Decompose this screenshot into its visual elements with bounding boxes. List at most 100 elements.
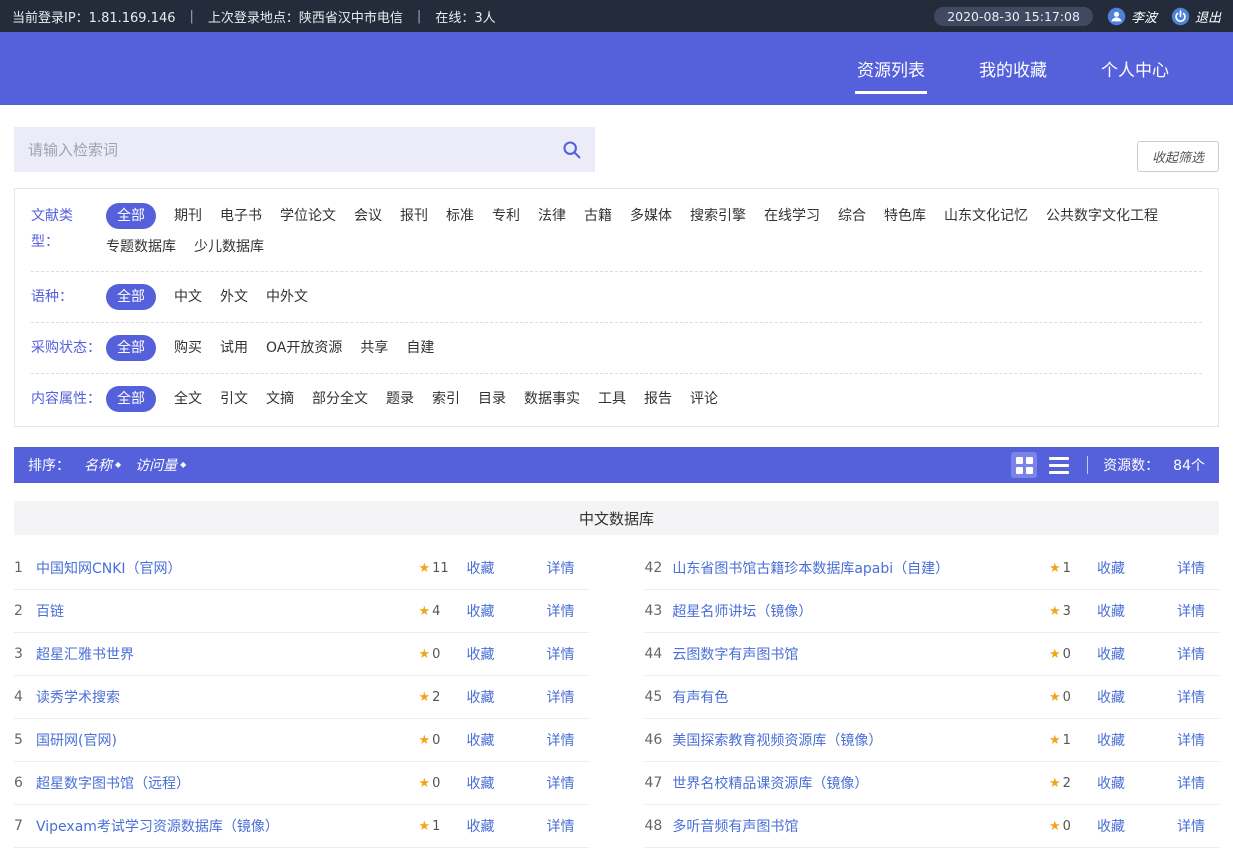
- filter-option[interactable]: 试用: [220, 336, 248, 360]
- user-menu[interactable]: 李波: [1107, 7, 1157, 26]
- collect-link[interactable]: 收藏: [467, 601, 501, 621]
- filter-option[interactable]: 部分全文: [312, 387, 368, 411]
- collect-link[interactable]: 收藏: [1097, 644, 1131, 664]
- filter-option[interactable]: 期刊: [174, 204, 202, 228]
- filter-option[interactable]: 中外文: [266, 285, 308, 309]
- filter-option[interactable]: 会议: [354, 204, 382, 228]
- resource-name-link[interactable]: Vipexam考试学习资源数据库（镜像）: [36, 816, 279, 836]
- filter-option[interactable]: 目录: [478, 387, 506, 411]
- collect-link[interactable]: 收藏: [1097, 558, 1131, 578]
- filter-option[interactable]: 工具: [598, 387, 626, 411]
- filter-option[interactable]: 购买: [174, 336, 202, 360]
- filter-option[interactable]: 报告: [644, 387, 672, 411]
- star-count: 1: [432, 819, 440, 834]
- collect-link[interactable]: 收藏: [467, 687, 501, 707]
- filter-option[interactable]: 外文: [220, 285, 248, 309]
- collect-link[interactable]: 收藏: [467, 644, 501, 664]
- filter-option[interactable]: 专利: [492, 204, 520, 228]
- resource-name-link[interactable]: 百链: [36, 601, 64, 621]
- list-view-icon[interactable]: [1046, 452, 1072, 478]
- resource-name-link[interactable]: 国研网(官网): [36, 730, 117, 750]
- grid-view-icon[interactable]: [1011, 452, 1037, 478]
- filter-option[interactable]: 公共数字文化工程: [1046, 204, 1158, 228]
- star-icon: ★: [419, 604, 431, 619]
- resource-name-link[interactable]: 世界名校精品课资源库（镜像）: [672, 773, 868, 793]
- detail-link[interactable]: 详情: [547, 558, 575, 578]
- resource-name-link[interactable]: 中国知网CNKI（官网）: [36, 558, 182, 578]
- resource-row: 46 美国探索教育视频资源库（镜像） ★ 1 收藏 详情: [645, 719, 1220, 762]
- filter-option[interactable]: 全文: [174, 387, 202, 411]
- sort-option[interactable]: 名称 ◆: [84, 455, 121, 475]
- detail-link[interactable]: 详情: [1177, 773, 1205, 793]
- filter-option[interactable]: 专题数据库: [106, 235, 176, 259]
- filter-option[interactable]: 古籍: [584, 204, 612, 228]
- filter-option[interactable]: 共享: [360, 336, 388, 360]
- filter-option[interactable]: 搜索引擎: [690, 204, 746, 228]
- detail-link[interactable]: 详情: [547, 730, 575, 750]
- collect-link[interactable]: 收藏: [1097, 773, 1131, 793]
- resource-name-link[interactable]: 多听音频有声图书馆: [672, 816, 798, 836]
- filter-option[interactable]: 山东文化记忆: [944, 204, 1028, 228]
- nav-item[interactable]: 资源列表: [855, 32, 927, 105]
- detail-link[interactable]: 详情: [547, 644, 575, 664]
- collect-link[interactable]: 收藏: [1097, 816, 1131, 836]
- filter-option[interactable]: 法律: [538, 204, 566, 228]
- search-icon[interactable]: [561, 139, 582, 160]
- detail-link[interactable]: 详情: [1177, 558, 1205, 578]
- detail-link[interactable]: 详情: [1177, 687, 1205, 707]
- resource-name-link[interactable]: 有声有色: [672, 687, 728, 707]
- collapse-filter-button[interactable]: 收起筛选: [1137, 141, 1219, 172]
- search-input[interactable]: [14, 127, 595, 172]
- detail-link[interactable]: 详情: [1177, 730, 1205, 750]
- sort-option[interactable]: 访问量 ◆: [135, 455, 186, 475]
- resource-name-link[interactable]: 美国探索教育视频资源库（镜像）: [672, 730, 882, 750]
- filter-option[interactable]: 中文: [174, 285, 202, 309]
- collect-link[interactable]: 收藏: [467, 558, 501, 578]
- collect-link[interactable]: 收藏: [1097, 601, 1131, 621]
- detail-link[interactable]: 详情: [547, 687, 575, 707]
- filter-option[interactable]: 引文: [220, 387, 248, 411]
- filter-option[interactable]: 学位论文: [280, 204, 336, 228]
- detail-link[interactable]: 详情: [547, 601, 575, 621]
- filter-option[interactable]: 全部: [106, 335, 156, 361]
- filter-option[interactable]: 电子书: [220, 204, 262, 228]
- filter-option[interactable]: 标准: [446, 204, 474, 228]
- collect-link[interactable]: 收藏: [467, 773, 501, 793]
- filter-option[interactable]: 全部: [106, 284, 156, 310]
- filter-option[interactable]: 文摘: [266, 387, 294, 411]
- collect-link[interactable]: 收藏: [1097, 730, 1131, 750]
- resource-name-link[interactable]: 超星名师讲坛（镜像）: [672, 601, 812, 621]
- filter-option[interactable]: 综合: [838, 204, 866, 228]
- filter-option[interactable]: 数据事实: [524, 387, 580, 411]
- logout-button[interactable]: 退出: [1171, 7, 1221, 26]
- collect-link[interactable]: 收藏: [467, 816, 501, 836]
- detail-link[interactable]: 详情: [1177, 644, 1205, 664]
- filter-option[interactable]: 多媒体: [630, 204, 672, 228]
- filter-option[interactable]: 评论: [690, 387, 718, 411]
- detail-link[interactable]: 详情: [547, 816, 575, 836]
- collect-link[interactable]: 收藏: [1097, 687, 1131, 707]
- filter-option[interactable]: 索引: [432, 387, 460, 411]
- filter-option[interactable]: 少儿数据库: [194, 235, 264, 259]
- nav-item[interactable]: 个人中心: [1099, 32, 1171, 105]
- filter-option[interactable]: 报刊: [400, 204, 428, 228]
- detail-link[interactable]: 详情: [1177, 816, 1205, 836]
- detail-link[interactable]: 详情: [547, 773, 575, 793]
- filter-option[interactable]: 全部: [106, 203, 156, 229]
- resource-name-link[interactable]: 超星汇雅书世界: [36, 644, 134, 664]
- resource-name-link[interactable]: 山东省图书馆古籍珍本数据库apabi（自建）: [672, 558, 949, 578]
- detail-link[interactable]: 详情: [1177, 601, 1205, 621]
- filter-option[interactable]: 自建: [406, 336, 434, 360]
- filter-option[interactable]: 特色库: [884, 204, 926, 228]
- filter-option[interactable]: 全部: [106, 386, 156, 412]
- filter-option[interactable]: 在线学习: [764, 204, 820, 228]
- nav-item[interactable]: 我的收藏: [977, 32, 1049, 105]
- collect-link[interactable]: 收藏: [467, 730, 501, 750]
- separator: |: [190, 9, 194, 24]
- star-icon: ★: [419, 733, 431, 748]
- resource-name-link[interactable]: 超星数字图书馆（远程）: [36, 773, 190, 793]
- filter-option[interactable]: 题录: [386, 387, 414, 411]
- filter-option[interactable]: OA开放资源: [266, 336, 342, 360]
- resource-name-link[interactable]: 读秀学术搜索: [36, 687, 120, 707]
- resource-name-link[interactable]: 云图数字有声图书馆: [672, 644, 798, 664]
